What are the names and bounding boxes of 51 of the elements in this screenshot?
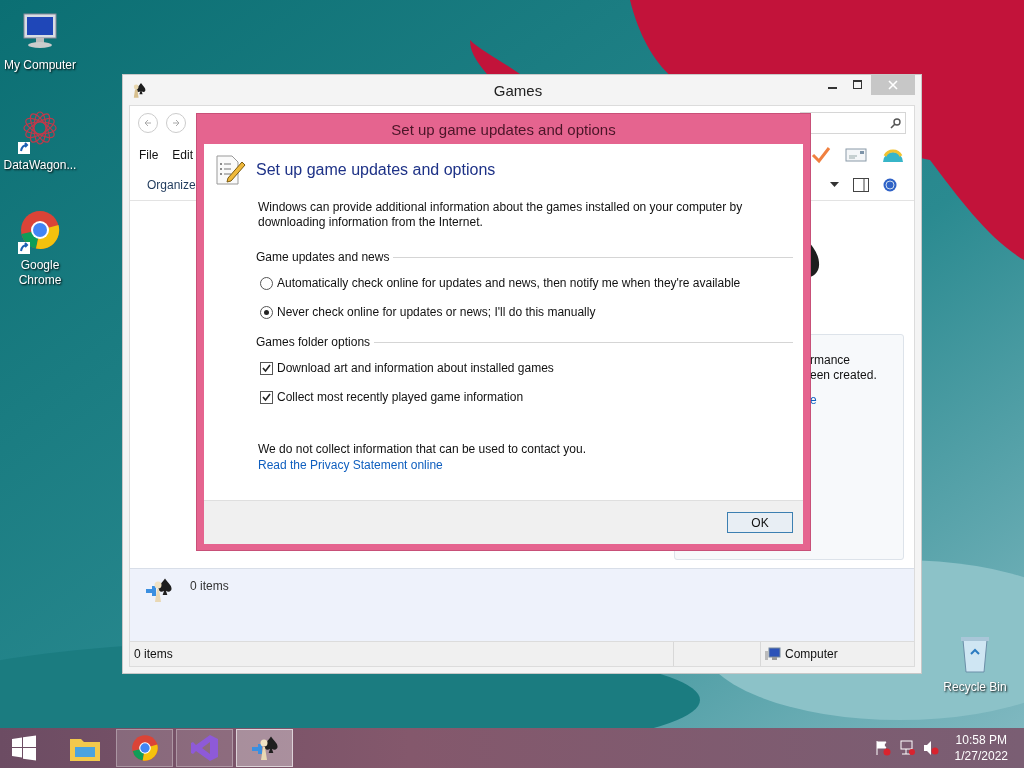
- menu-item[interactable]: File: [139, 148, 159, 162]
- computer-icon: [765, 647, 781, 661]
- option-label[interactable]: Download art and information about installed games: [277, 361, 554, 375]
- status-text: 0 items: [134, 647, 173, 661]
- browser-icon: [130, 734, 159, 762]
- windows-logo-icon: [11, 735, 37, 761]
- intro-text: Windows can provide additional information about the games installed on your computer by downloading information from the Internet.: [258, 200, 744, 230]
- radio-button[interactable]: [260, 305, 273, 319]
- menu-item[interactable]: Edit: [172, 148, 194, 162]
- checkmark-icon[interactable]: [811, 146, 831, 164]
- desktop-icon-label: My Computer: [4, 58, 76, 73]
- dialog-title: Set up game updates and options: [391, 120, 616, 138]
- group-title: Game updates and news: [256, 250, 390, 264]
- preview-pane-icon[interactable]: [853, 178, 869, 192]
- privacy-link[interactable]: Read the Privacy Statement online: [258, 458, 443, 472]
- help-icon[interactable]: [883, 178, 897, 192]
- status-location: Computer: [785, 647, 838, 661]
- close-icon: [888, 80, 898, 90]
- forward-arrow-icon: [171, 118, 181, 128]
- infinity-logo-icon: [189, 733, 220, 763]
- ok-button[interactable]: OK: [727, 512, 793, 533]
- clock[interactable]: 10:58 PM 1/27/2022: [946, 732, 1016, 764]
- organize-menu[interactable]: Organize: [147, 178, 196, 192]
- radio-button[interactable]: [260, 276, 273, 290]
- notepad-pencil-icon: [214, 154, 246, 186]
- option-label[interactable]: Collect most recently played game information: [277, 390, 524, 404]
- dialog-heading: Set up game updates and options: [256, 161, 496, 179]
- checkbox[interactable]: [260, 390, 273, 404]
- flag-icon[interactable]: [874, 740, 891, 756]
- desktop-icon-label: DataWagon...: [3, 158, 77, 173]
- info-link[interactable]: e: [810, 393, 903, 407]
- back-arrow-icon: [143, 118, 153, 128]
- search-icon: [890, 117, 901, 129]
- item-count: 0 items: [190, 579, 229, 593]
- privacy-note: We do not collect information that can be used to contact you.: [258, 442, 587, 456]
- taskbar-button[interactable]: [236, 729, 293, 767]
- window-title: Games: [492, 81, 544, 99]
- caret-icon[interactable]: [830, 182, 839, 188]
- envelope-icon[interactable]: [845, 147, 867, 163]
- network-icon[interactable]: [898, 740, 915, 756]
- info-text: een created.: [810, 368, 878, 383]
- option-label[interactable]: Never check online for updates or news; I'll do this manually: [277, 305, 596, 319]
- muted-speaker-icon[interactable]: [922, 740, 939, 756]
- option-label[interactable]: Automatically check online for updates and news, then notify me when they're available: [277, 276, 741, 290]
- desktop-icon-label: Recycle Bin: [943, 680, 1007, 695]
- checkbox[interactable]: [260, 361, 273, 375]
- desktop-icon-label: Google Chrome: [17, 258, 63, 288]
- maximize-icon: [853, 80, 863, 90]
- group-title: Games folder options: [256, 335, 371, 349]
- minimize-icon: [827, 87, 837, 89]
- info-text: rmance: [810, 353, 851, 368]
